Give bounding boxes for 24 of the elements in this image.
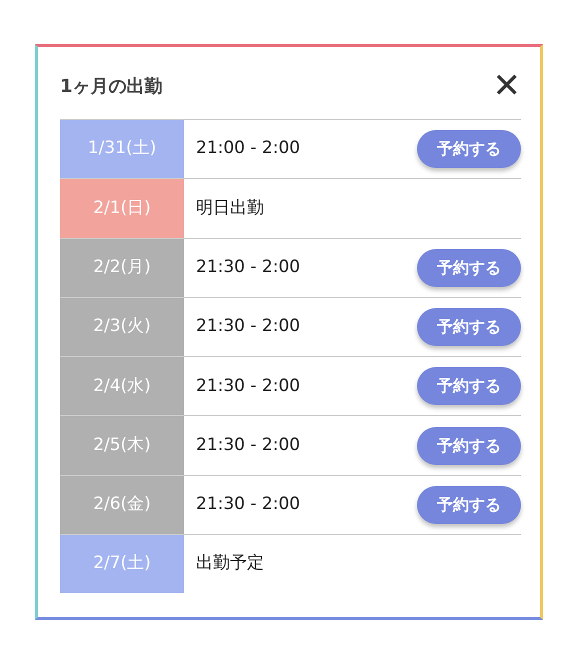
dialog-title: 1ヶ月の出勤 xyxy=(60,74,163,98)
date-cell: 2/7(土) xyxy=(60,535,184,594)
close-button[interactable]: ✕ xyxy=(492,69,521,103)
reserve-button[interactable]: 予約する xyxy=(417,248,521,287)
schedule-text: 21:30 - 2:00 xyxy=(195,493,302,516)
schedule-text: 21:30 - 2:00 xyxy=(195,315,302,338)
date-cell: 2/2(月) xyxy=(60,238,184,297)
schedule-text: 出勤予定 xyxy=(195,552,265,576)
schedule-text: 21:00 - 2:00 xyxy=(195,137,302,160)
date-cell: 2/6(金) xyxy=(60,476,184,534)
reserve-button[interactable]: 予約する xyxy=(417,130,521,168)
date-cell: 2/3(火) xyxy=(60,298,184,356)
reserve-button[interactable]: 予約する xyxy=(417,426,521,465)
date-cell: 2/4(水) xyxy=(60,357,184,416)
date-cell: 1/31(土) xyxy=(60,120,184,178)
schedule-text: 21:30 - 2:00 xyxy=(195,256,302,279)
date-cell: 2/5(木) xyxy=(60,416,184,475)
schedule-text: 21:30 - 2:00 xyxy=(195,434,302,457)
schedule-text: 明日出勤 xyxy=(195,196,265,220)
schedule-text: 21:30 - 2:00 xyxy=(195,374,302,398)
date-cell: 2/1(日) xyxy=(60,179,184,238)
reserve-button[interactable]: 予約する xyxy=(417,486,521,524)
reserve-button[interactable]: 予約する xyxy=(417,308,521,346)
reserve-button[interactable]: 予約する xyxy=(417,367,521,406)
